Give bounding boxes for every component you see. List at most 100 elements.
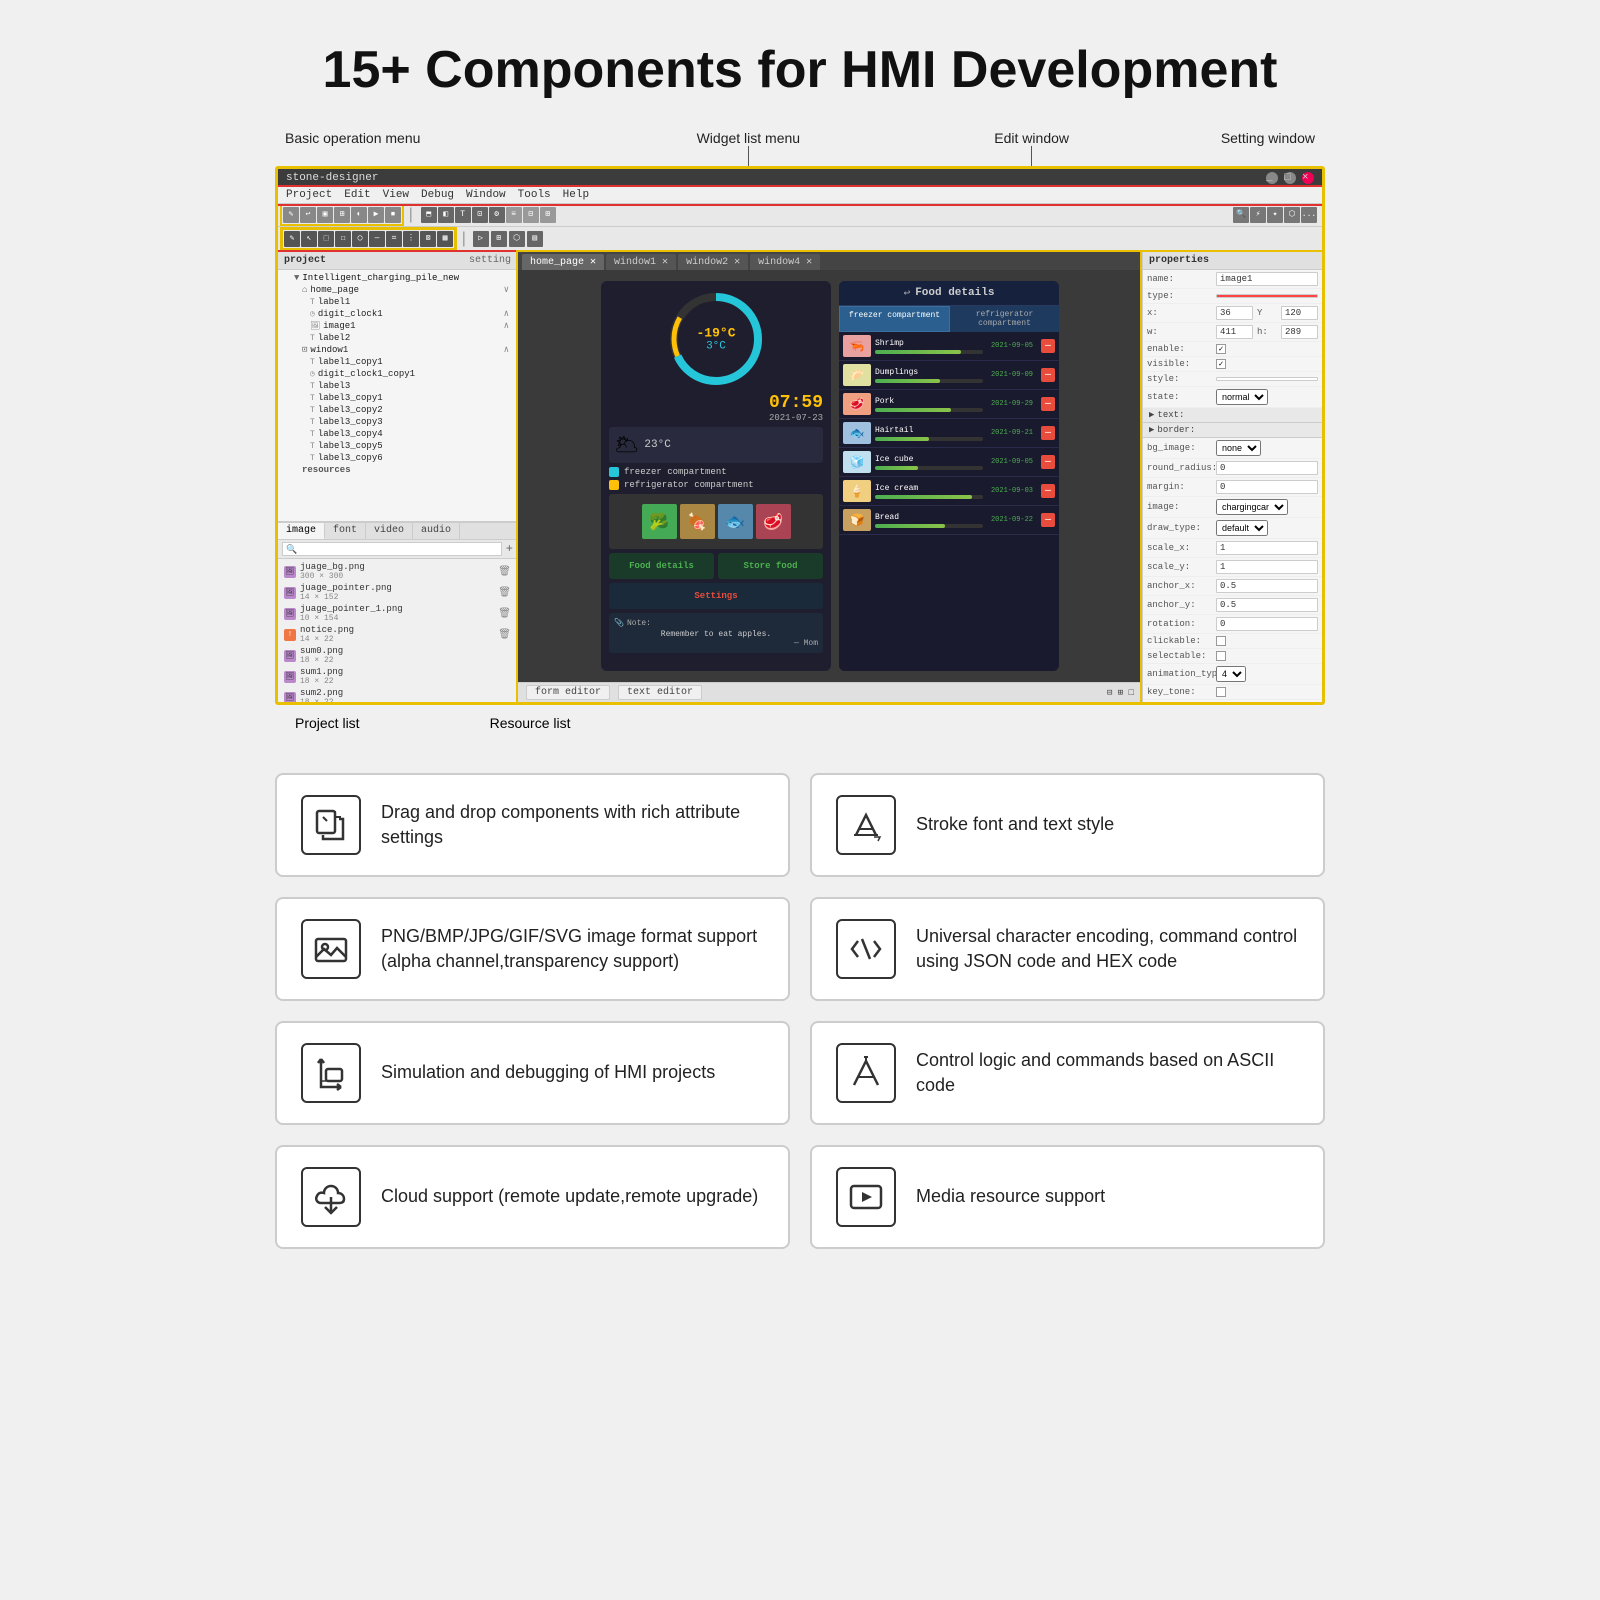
food-details-phone: ↩ Food details freezer compartment refri… — [839, 281, 1059, 671]
toolbar-btn-align2[interactable]: ⊟ — [523, 207, 539, 223]
res-tab-video[interactable]: video — [366, 523, 413, 539]
tree-root[interactable]: ▼ Intelligent_charging_pile_new — [278, 272, 517, 284]
toolbar2-btn-14[interactable]: ▤ — [527, 231, 543, 247]
toolbar2-btn-9[interactable]: ⊠ — [420, 231, 436, 247]
toolbar-btn-r3[interactable]: ✦ — [1267, 207, 1283, 223]
toolbar-btn-7[interactable]: ⏹ — [385, 207, 401, 223]
res-tab-font[interactable]: font — [325, 523, 366, 539]
toolbar-btn-4[interactable]: ⊞ — [334, 207, 350, 223]
animation-type-select[interactable]: 4 — [1216, 666, 1246, 682]
freezer-tab[interactable]: freezer compartment — [839, 306, 950, 332]
menu-debug[interactable]: Debug — [421, 189, 454, 201]
resource-add-btn[interactable]: + — [506, 542, 513, 556]
tree-label3-copy4[interactable]: T label3_copy4 — [278, 428, 517, 440]
visible-checkbox[interactable]: ✓ — [1216, 359, 1226, 369]
toolbar-btn-6[interactable]: ▶ — [368, 207, 384, 223]
tree-label1-copy1[interactable]: T label1_copy1 — [278, 356, 517, 368]
toolbar2-btn-13[interactable]: ⬡ — [509, 231, 525, 247]
form-editor-tab[interactable]: form editor — [526, 685, 610, 700]
tree-label3-copy6[interactable]: T label3_copy6 — [278, 452, 517, 464]
resource-search[interactable] — [282, 542, 502, 556]
res-item-1[interactable]: 🖼 juage_bg.png 300 × 300 🗑 — [282, 561, 513, 582]
store-food-btn[interactable]: Store food — [718, 553, 823, 579]
res-item-5[interactable]: 🖼 sum0.png 18 × 22 — [282, 645, 513, 666]
menu-tools[interactable]: Tools — [518, 189, 551, 201]
food-item-hairtail: 🐟 Hairtail 2021-09-21 — — [839, 419, 1059, 448]
tab-window2[interactable]: window2 ✕ — [678, 254, 748, 270]
res-item-3[interactable]: 🖼 juage_pointer_1.png 10 × 154 🗑 — [282, 603, 513, 624]
tree-label3-copy2[interactable]: T label3_copy2 — [278, 404, 517, 416]
res-delete-4[interactable]: 🗑 — [498, 629, 511, 641]
state-select[interactable]: normal — [1216, 389, 1268, 405]
toolbar2-btn-6[interactable]: — — [369, 231, 385, 247]
toolbar-btn-r5[interactable]: ... — [1301, 207, 1317, 223]
tree-image1[interactable]: 🖼 image1 ∧ — [278, 320, 517, 332]
toolbar-btn-11[interactable]: ⊡ — [472, 207, 488, 223]
enable-checkbox[interactable]: ✓ — [1216, 344, 1226, 354]
tree-home-page[interactable]: ⌂ home_page ∨ — [278, 284, 517, 296]
toolbar2-btn-1[interactable]: ✎ — [284, 231, 300, 247]
toolbar2-btn-11[interactable]: ▷ — [473, 231, 489, 247]
toolbar2-btn-5[interactable]: ◯ — [352, 231, 368, 247]
toolbar2-btn-7[interactable]: ⌗ — [386, 231, 402, 247]
toolbar2-btn-2[interactable]: ↖ — [301, 231, 317, 247]
image-select[interactable]: chargingcar — [1216, 499, 1288, 515]
res-item-4[interactable]: ! notice.png 14 × 22 🗑 — [282, 624, 513, 645]
toolbar-btn-12[interactable]: ⚙ — [489, 207, 505, 223]
res-item-7[interactable]: 🖼 sum2.png 18 × 22 — [282, 687, 513, 705]
toolbar-btn-grid[interactable]: ⊞ — [540, 207, 556, 223]
toolbar-btn-10[interactable]: T — [455, 207, 471, 223]
toolbar2-btn-10[interactable]: ▦ — [437, 231, 453, 247]
tree-label1[interactable]: T label1 — [278, 296, 517, 308]
tree-digit-clock1[interactable]: ◷ digit_clock1 ∧ — [278, 308, 517, 320]
tree-resources[interactable]: resources — [278, 464, 517, 476]
toolbar-btn-r4[interactable]: ⬡ — [1284, 207, 1300, 223]
key-tone-checkbox[interactable] — [1216, 687, 1226, 697]
settings-btn[interactable]: Settings — [609, 583, 823, 609]
res-delete-1[interactable]: 🗑 — [498, 566, 511, 578]
toolbar-btn-8[interactable]: ⬒ — [421, 207, 437, 223]
toolbar2-btn-4[interactable]: ☐ — [335, 231, 351, 247]
ide-window-controls[interactable]: _ □ × — [1266, 172, 1314, 184]
res-item-6[interactable]: 🖼 sum1.png 18 × 22 — [282, 666, 513, 687]
food-details-btn[interactable]: Food details — [609, 553, 714, 579]
toolbar2-btn-8[interactable]: ⋮ — [403, 231, 419, 247]
toolbar-btn-align[interactable]: ≡ — [506, 207, 522, 223]
toolbar-btn-5[interactable]: ◐ — [351, 207, 367, 223]
zoom-controls[interactable]: ⊟ ⊞ □ — [1107, 688, 1134, 698]
toolbar-btn-r1[interactable]: 🔍 — [1233, 207, 1249, 223]
res-delete-3[interactable]: 🗑 — [498, 608, 511, 620]
tree-label2[interactable]: T label2 — [278, 332, 517, 344]
tab-home-page[interactable]: home_page ✕ — [522, 254, 604, 270]
toolbar-btn-2[interactable]: ↩ — [300, 207, 316, 223]
res-item-2[interactable]: 🖼 juage_pointer.png 14 × 152 🗑 — [282, 582, 513, 603]
res-delete-2[interactable]: 🗑 — [498, 587, 511, 599]
menu-edit[interactable]: Edit — [344, 189, 370, 201]
bg-image-select[interactable]: none — [1216, 440, 1261, 456]
toolbar-btn-3[interactable]: ▣ — [317, 207, 333, 223]
tree-label3-copy3[interactable]: T label3_copy3 — [278, 416, 517, 428]
toolbar-btn-9[interactable]: ◧ — [438, 207, 454, 223]
menu-window[interactable]: Window — [466, 189, 506, 201]
tree-label3-copy5[interactable]: T label3_copy5 — [278, 440, 517, 452]
text-editor-tab[interactable]: text editor — [618, 685, 702, 700]
toolbar2-btn-12[interactable]: ⊞ — [491, 231, 507, 247]
tree-digit-clock1-copy1[interactable]: ◷ digit_clock1_copy1 — [278, 368, 517, 380]
toolbar2-btn-3[interactable]: ⬚ — [318, 231, 334, 247]
menu-view[interactable]: View — [383, 189, 409, 201]
tree-window1[interactable]: ⊡ window1 ∧ — [278, 344, 517, 356]
toolbar-btn-r2[interactable]: ⚡ — [1250, 207, 1266, 223]
tab-window1[interactable]: window1 ✕ — [606, 254, 676, 270]
toolbar-btn-1[interactable]: ✎ — [283, 207, 299, 223]
selectable-checkbox[interactable] — [1216, 651, 1226, 661]
draw-type-select[interactable]: default — [1216, 520, 1268, 536]
menu-help[interactable]: Help — [563, 189, 589, 201]
tab-window4[interactable]: window4 ✕ — [750, 254, 820, 270]
menu-project[interactable]: Project — [286, 189, 332, 201]
tree-label3[interactable]: T label3 — [278, 380, 517, 392]
res-tab-image[interactable]: image — [278, 523, 325, 539]
tree-label3-copy1[interactable]: T label3_copy1 — [278, 392, 517, 404]
fridge-tab[interactable]: refrigerator compartment — [950, 306, 1059, 332]
clickable-checkbox[interactable] — [1216, 636, 1226, 646]
res-tab-audio[interactable]: audio — [413, 523, 460, 539]
